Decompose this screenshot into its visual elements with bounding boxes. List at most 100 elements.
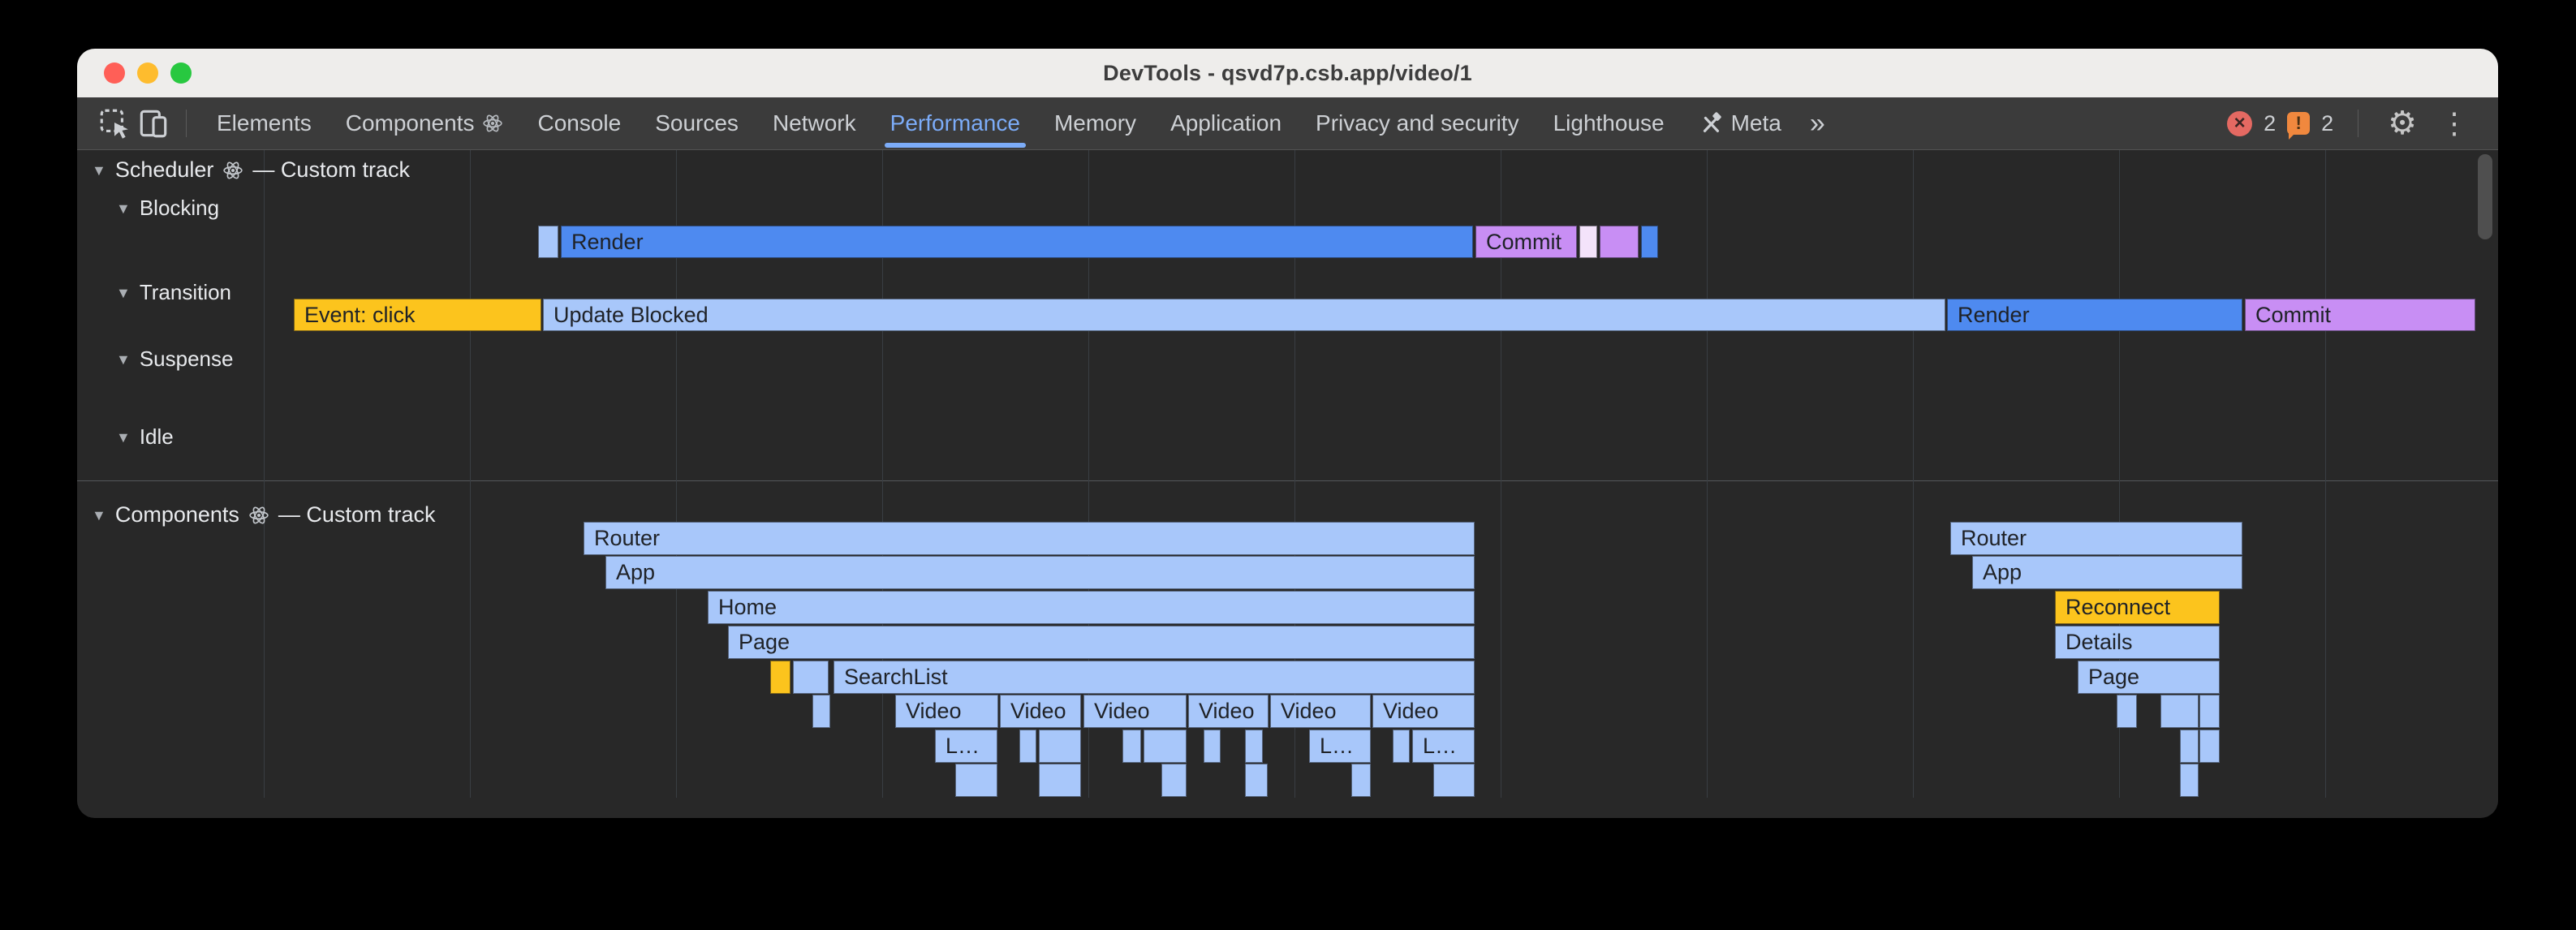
inspect-icon xyxy=(97,106,131,140)
tab-application[interactable]: Application xyxy=(1153,97,1299,149)
timeline-bar[interactable] xyxy=(1351,764,1371,797)
timeline-bar[interactable] xyxy=(1144,730,1187,763)
tab-components[interactable]: Components xyxy=(329,97,521,149)
collapse-triangle-icon[interactable]: ▼ xyxy=(116,352,131,367)
close-window-button[interactable] xyxy=(104,62,125,84)
timeline-bar[interactable] xyxy=(1600,226,1639,258)
timeline-bar[interactable] xyxy=(793,661,829,694)
timeline-bar[interactable] xyxy=(1019,730,1036,763)
timeline-bar[interactable] xyxy=(1641,226,1658,258)
timeline-bar[interactable] xyxy=(770,661,790,694)
timeline-bar-commit[interactable]: Commit xyxy=(1475,226,1577,258)
timeline-bar[interactable] xyxy=(2180,730,2199,763)
timeline-bar-render[interactable]: Render xyxy=(1947,299,2242,331)
timeline-bar-app[interactable]: App xyxy=(1972,556,2242,589)
timeline-bar-reconnect[interactable]: Reconnect xyxy=(2055,591,2220,624)
gridline xyxy=(2325,150,2326,798)
timeline-bar-page[interactable]: Page xyxy=(2078,661,2220,694)
tab-elements[interactable]: Elements xyxy=(200,97,329,149)
tab-label: Console xyxy=(537,110,621,136)
devtools-toolbar: Elements Components Console Sources Netw… xyxy=(77,97,2498,150)
timeline-bar[interactable] xyxy=(2160,695,2199,728)
timeline-bar-video[interactable]: Video xyxy=(895,695,998,728)
timeline-bar-video[interactable]: Video xyxy=(1083,695,1187,728)
timeline-bar[interactable] xyxy=(2199,695,2220,728)
tab-label: Network xyxy=(773,110,856,136)
timeline-bar-render[interactable]: Render xyxy=(561,226,1473,258)
tab-label: Memory xyxy=(1054,110,1136,136)
timeline-canvas[interactable]: ▼ Scheduler — Custom track ▼ Blocking ▼ … xyxy=(77,150,2498,817)
tab-sources[interactable]: Sources xyxy=(638,97,756,149)
timeline-bar-details[interactable]: Details xyxy=(2055,626,2220,659)
minimize-window-button[interactable] xyxy=(137,62,158,84)
timeline-bar-page[interactable]: Page xyxy=(728,626,1475,659)
track-header-components[interactable]: ▼ Components — Custom track xyxy=(92,502,435,527)
timeline-bar[interactable] xyxy=(2117,695,2137,728)
collapse-triangle-icon[interactable]: ▼ xyxy=(92,508,106,523)
tab-label: Meta xyxy=(1731,110,1781,136)
timeline-bar[interactable] xyxy=(1039,730,1081,763)
tab-performance[interactable]: Performance xyxy=(873,97,1037,149)
timeline-bar[interactable] xyxy=(1039,764,1081,797)
timeline-bar-home[interactable]: Home xyxy=(708,591,1475,624)
track-header-scheduler[interactable]: ▼ Scheduler — Custom track xyxy=(92,157,410,183)
timeline-bar-l[interactable]: L… xyxy=(1412,730,1475,763)
timeline-bar-router[interactable]: Router xyxy=(584,522,1475,555)
error-badge-icon[interactable]: × xyxy=(2227,111,2252,136)
tab-console[interactable]: Console xyxy=(520,97,638,149)
timeline-bar-app[interactable]: App xyxy=(605,556,1475,589)
timeline-bar-l[interactable]: L… xyxy=(935,730,997,763)
timeline-bar-update-blocked[interactable]: Update Blocked xyxy=(543,299,1945,331)
timeline-bar[interactable] xyxy=(1393,730,1410,763)
desktop: { "window": { "title": "DevTools - qsvd7… xyxy=(0,0,2576,930)
warning-badge-icon[interactable]: ! xyxy=(2287,112,2310,135)
track-separator xyxy=(77,480,2498,481)
tab-meta[interactable]: Meta xyxy=(1682,97,1798,149)
more-tabs-button[interactable]: » xyxy=(1798,108,1837,140)
timeline-bar[interactable] xyxy=(1433,764,1475,797)
track-row-blocking[interactable]: ▼ Blocking xyxy=(116,196,219,221)
device-toolbar-icon xyxy=(136,106,170,140)
timeline-bar-router[interactable]: Router xyxy=(1950,522,2242,555)
collapse-triangle-icon[interactable]: ▼ xyxy=(116,286,131,300)
timeline-bar-video[interactable]: Video xyxy=(1270,695,1371,728)
timeline-bar[interactable] xyxy=(2199,730,2220,763)
tab-label: Performance xyxy=(890,110,1020,136)
collapse-triangle-icon[interactable]: ▼ xyxy=(116,201,131,216)
track-row-transition[interactable]: ▼ Transition xyxy=(116,280,231,305)
timeline-bar[interactable] xyxy=(1161,764,1187,797)
timeline-bar[interactable] xyxy=(812,695,830,728)
tab-privacy-and-security[interactable]: Privacy and security xyxy=(1299,97,1536,149)
timeline-bar[interactable] xyxy=(538,226,558,258)
tab-lighthouse[interactable]: Lighthouse xyxy=(1536,97,1682,149)
row-name: Blocking xyxy=(140,196,219,221)
more-options-button[interactable]: ⋮ xyxy=(2433,109,2475,138)
vertical-scrollbar-thumb[interactable] xyxy=(2478,154,2492,239)
collapse-triangle-icon[interactable]: ▼ xyxy=(92,163,106,178)
timeline-bar-searchlist[interactable]: SearchList xyxy=(834,661,1475,694)
track-row-suspense[interactable]: ▼ Suspense xyxy=(116,347,233,372)
gridline xyxy=(264,150,265,798)
tab-network[interactable]: Network xyxy=(756,97,873,149)
zoom-window-button[interactable] xyxy=(170,62,192,84)
timeline-bar-video[interactable]: Video xyxy=(1188,695,1269,728)
timeline-bar-event-click[interactable]: Event: click xyxy=(294,299,541,331)
tab-label: Lighthouse xyxy=(1553,110,1665,136)
timeline-bar-video[interactable]: Video xyxy=(1372,695,1475,728)
timeline-bar[interactable] xyxy=(2180,764,2199,797)
timeline-bar-commit[interactable]: Commit xyxy=(2245,299,2475,331)
timeline-bar[interactable] xyxy=(955,764,997,797)
timeline-bar[interactable] xyxy=(1579,226,1597,258)
tab-memory[interactable]: Memory xyxy=(1037,97,1153,149)
timeline-bar-video[interactable]: Video xyxy=(1000,695,1081,728)
inspect-element-button[interactable] xyxy=(95,104,134,143)
collapse-triangle-icon[interactable]: ▼ xyxy=(116,430,131,445)
timeline-bar[interactable] xyxy=(1204,730,1221,763)
track-row-idle[interactable]: ▼ Idle xyxy=(116,424,174,450)
timeline-bar[interactable] xyxy=(1245,764,1268,797)
settings-gear-button[interactable]: ⚙ xyxy=(2383,107,2422,140)
device-toolbar-button[interactable] xyxy=(134,104,173,143)
timeline-bar[interactable] xyxy=(1122,730,1141,763)
timeline-bar-l[interactable]: L… xyxy=(1309,730,1371,763)
timeline-bar[interactable] xyxy=(1245,730,1263,763)
